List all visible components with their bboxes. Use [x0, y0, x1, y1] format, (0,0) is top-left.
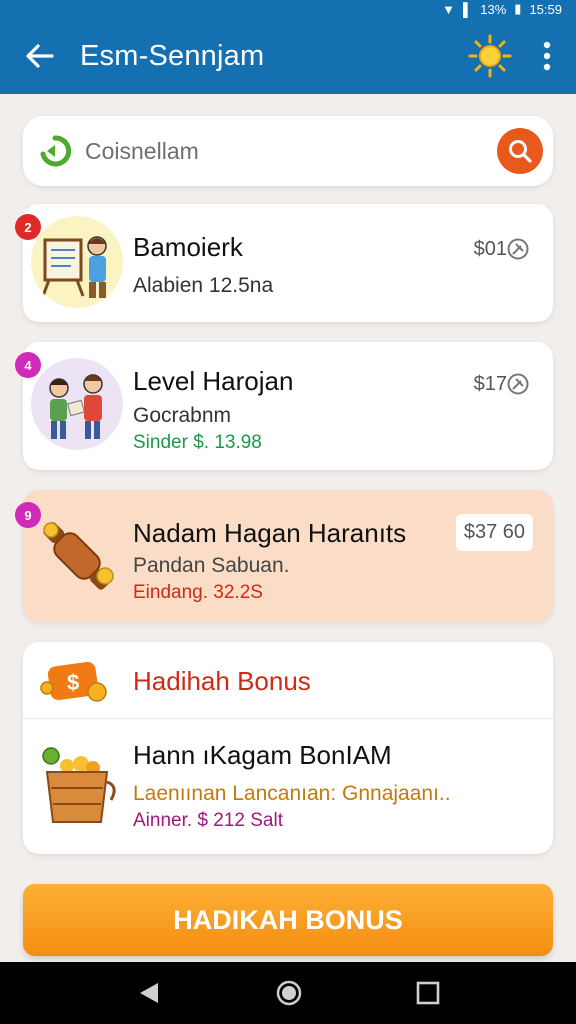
- bonus-detail: Ainner. $ 212 Salt: [133, 810, 283, 831]
- more-vert-icon: [543, 41, 551, 71]
- arrow-left-icon: [26, 44, 54, 68]
- battery-percent: 13%: [480, 1, 507, 17]
- divider: [23, 718, 553, 719]
- friends-illustration: [31, 358, 123, 450]
- signal-icon: ▌: [463, 1, 473, 17]
- item-badge: 2: [15, 214, 41, 240]
- basket-illustration: [31, 738, 123, 830]
- theme-button[interactable]: [462, 18, 518, 94]
- list-item-highlighted[interactable]: Nadam Hagan Haranıts Pandan Sabuan. Eind…: [23, 490, 553, 622]
- bonus-header: $ Hadihah Bonus: [23, 642, 553, 720]
- coin-bag-icon: $: [40, 661, 107, 702]
- teacher-illustration: [31, 216, 123, 308]
- item-price: $01: [473, 238, 507, 260]
- item-subtitle: Pandan Sabuan.: [133, 554, 290, 577]
- battery-icon: ▮: [514, 1, 522, 16]
- item-detail: Sinder $. 13.98: [133, 432, 262, 453]
- item-subtitle: Gocrabnm: [133, 404, 232, 427]
- search-input[interactable]: Coisnellam: [85, 138, 497, 165]
- nav-home-icon[interactable]: [275, 979, 303, 1007]
- bonus-card[interactable]: $ Hadihah Bonus Hann ıKagam BonIAM Laenı…: [23, 642, 553, 854]
- item-subtitle: Alabien 12.5na: [133, 274, 274, 297]
- app-bar: Esm-Sennjam: [0, 18, 576, 94]
- nav-back-icon[interactable]: [136, 980, 162, 1006]
- search-button[interactable]: [497, 128, 543, 174]
- wifi-icon: ▼: [442, 1, 456, 17]
- item-detail: Eindang. 32.2S: [133, 582, 263, 603]
- svg-text:$: $: [67, 670, 79, 695]
- item-title: Bamoierk: [133, 232, 243, 262]
- settings-icon[interactable]: [507, 238, 529, 260]
- page-title: Esm-Sennjam: [80, 39, 265, 72]
- item-badge: 9: [15, 502, 41, 528]
- item-price: $37 60: [455, 514, 533, 551]
- item-price: $17: [473, 373, 507, 395]
- search-icon: [509, 140, 532, 163]
- list-item[interactable]: Level Harojan Gocrabnm Sinder $. 13.98 $…: [23, 342, 553, 470]
- back-button[interactable]: [0, 18, 80, 94]
- nav-recents-icon[interactable]: [416, 981, 440, 1005]
- bonus-cta-button[interactable]: HADIKAH BONUS: [23, 884, 553, 956]
- bonus-subtitle: Laenıınan Lancanıan: Gnnajaanı..: [133, 782, 451, 805]
- sun-icon: [468, 34, 512, 78]
- bonus-title: Hann ıKagam BonIAM: [133, 740, 392, 770]
- rolling-pin-illustration: [31, 510, 123, 602]
- settings-icon[interactable]: [507, 373, 529, 395]
- item-title: Level Harojan: [133, 366, 294, 396]
- status-bar: ▼ ▌ 13% ▮ 15:59: [0, 0, 576, 18]
- list-item[interactable]: Bamoierk Alabien 12.5na $01: [23, 204, 553, 322]
- bonus-header-title: Hadihah Bonus: [133, 666, 311, 696]
- item-badge: 4: [15, 352, 41, 378]
- item-title: Nadam Hagan Haranıts: [133, 518, 407, 548]
- refresh-icon: [25, 134, 85, 168]
- system-nav-bar: [0, 962, 576, 1024]
- search-bar[interactable]: Coisnellam: [23, 116, 553, 186]
- status-time: 15:59: [529, 1, 562, 17]
- more-options-button[interactable]: [518, 18, 576, 94]
